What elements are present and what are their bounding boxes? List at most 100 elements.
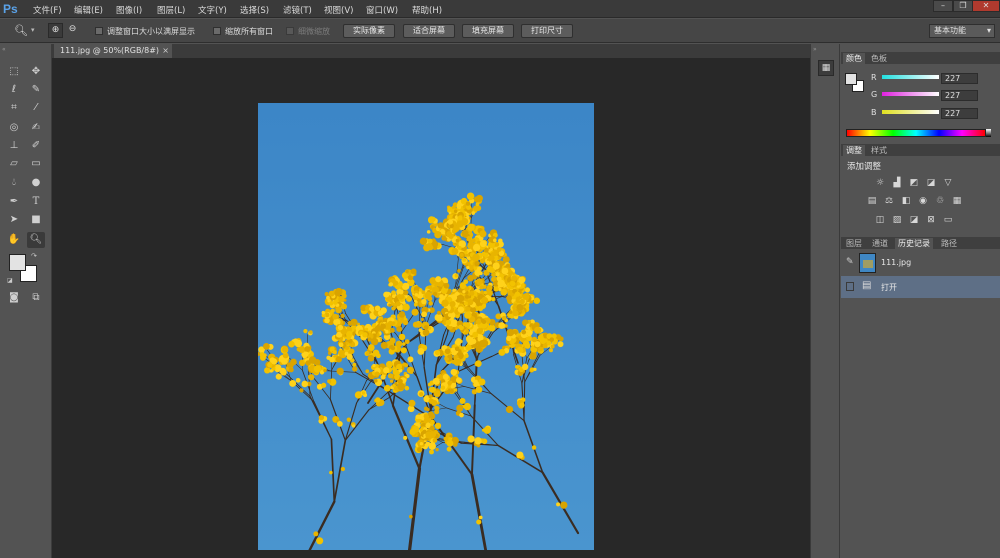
green-label: G — [871, 90, 878, 99]
blue-slider[interactable] — [882, 110, 939, 114]
actual-pixels-button[interactable]: 实际像素 — [343, 24, 395, 38]
expand-panels-icon[interactable]: » — [813, 46, 817, 53]
tab-color[interactable]: 颜色 — [843, 53, 865, 64]
shape-tool-icon[interactable]: ■ — [27, 212, 45, 228]
brush-tool-icon[interactable]: ✍ — [27, 120, 45, 136]
marquee-tool-icon[interactable]: ⬚ — [5, 64, 23, 80]
fit-screen-button[interactable]: 适合屏幕 — [403, 24, 455, 38]
move-tool-icon[interactable]: ✥ — [27, 64, 45, 80]
document-tab-title: 111.jpg @ 50%(RGB/8#) — [60, 46, 160, 55]
color-spectrum-bar[interactable] — [846, 129, 986, 137]
options-bar: 🔍︎ ▾ ⊕ ⊖ 调整窗口大小以满屏显示 缩放所有窗口 细微缩放 实际像素 适合… — [0, 19, 1000, 43]
zoom-tool-icon[interactable]: 🔍︎ — [27, 232, 45, 248]
panel-icon[interactable]: ▦ — [818, 60, 834, 76]
close-icon[interactable]: ✕ — [972, 0, 1000, 12]
eraser-tool-icon[interactable]: ▱ — [5, 156, 23, 172]
channel-mixer-icon[interactable]: ♲ — [934, 196, 946, 207]
tab-close-icon[interactable]: × — [162, 44, 169, 57]
dodge-tool-icon[interactable]: ● — [27, 175, 45, 191]
color-lookup-icon[interactable]: ▦ — [951, 196, 963, 207]
zoom-all-checkbox[interactable] — [213, 27, 221, 35]
posterize-icon[interactable]: ▨ — [891, 215, 903, 226]
default-colors-icon[interactable]: ◪ — [7, 277, 13, 284]
red-label: R — [871, 73, 877, 82]
color-balance-icon[interactable]: ⚖ — [883, 196, 895, 207]
minimize-icon[interactable]: – — [933, 0, 953, 12]
blur-tool-icon[interactable]: 💧︎ — [5, 175, 23, 191]
menu-help[interactable]: 帮助(H) — [412, 4, 442, 16]
menu-type[interactable]: 文字(Y) — [198, 4, 227, 16]
red-value[interactable]: 227 — [941, 73, 978, 84]
green-slider[interactable] — [882, 92, 939, 96]
scrubby-zoom-checkbox[interactable] — [286, 27, 294, 35]
eyedropper-tool-icon[interactable]: ⁄ — [27, 100, 45, 116]
menu-window[interactable]: 窗口(W) — [366, 4, 398, 16]
selective-color-icon[interactable]: ⊠ — [925, 215, 937, 226]
curves-icon[interactable]: ◩ — [908, 178, 920, 189]
path-select-tool-icon[interactable]: ➤ — [5, 212, 23, 228]
history-state-checkbox[interactable] — [846, 282, 854, 291]
gradient-map-icon[interactable]: ▭ — [942, 215, 954, 226]
hue-saturation-icon[interactable]: ▤ — [866, 196, 878, 207]
color-panel-foreground-swatch[interactable] — [845, 73, 857, 85]
crop-tool-icon[interactable]: ⌗ — [5, 100, 23, 116]
print-size-button[interactable]: 打印尺寸 — [521, 24, 573, 38]
clone-stamp-tool-icon[interactable]: ⊥ — [5, 138, 23, 154]
history-snapshot-row[interactable]: ✎ 111.jpg — [841, 252, 1000, 274]
menu-image[interactable]: 图像(I) — [116, 4, 142, 16]
canvas-area[interactable] — [52, 58, 810, 558]
zoom-out-icon[interactable]: ⊖ — [65, 23, 80, 38]
fill-screen-button[interactable]: 填充屏幕 — [462, 24, 514, 38]
bw-ramp[interactable] — [986, 129, 991, 137]
maximize-icon[interactable]: ❐ — [953, 0, 973, 12]
brightness-icon[interactable]: ☼ — [874, 178, 886, 189]
gradient-tool-icon[interactable]: ▭ — [27, 156, 45, 172]
healing-brush-tool-icon[interactable]: ◎ — [5, 120, 23, 136]
levels-icon[interactable]: ▟ — [891, 178, 903, 189]
tab-paths[interactable]: 路径 — [938, 238, 960, 249]
tool-preset-dropdown-icon[interactable]: ▾ — [31, 26, 35, 34]
black-white-icon[interactable]: ◧ — [900, 196, 912, 207]
threshold-icon[interactable]: ◪ — [908, 215, 920, 226]
red-slider[interactable] — [882, 75, 939, 79]
exposure-icon[interactable]: ◪ — [925, 178, 937, 189]
hand-tool-icon[interactable]: ✋ — [5, 232, 23, 248]
photo-filter-icon[interactable]: ◉ — [917, 196, 929, 207]
menu-filter[interactable]: 滤镜(T) — [283, 4, 312, 16]
type-tool-icon[interactable]: T — [27, 194, 45, 210]
quick-mask-icon[interactable]: ◙ — [5, 290, 23, 306]
workspace-select[interactable]: 基本功能 ▾ — [929, 24, 995, 38]
quick-select-tool-icon[interactable]: ✎ — [27, 82, 45, 98]
tab-channels[interactable]: 通道 — [869, 238, 891, 249]
blue-value[interactable]: 227 — [941, 108, 978, 119]
menu-view[interactable]: 视图(V) — [324, 4, 353, 16]
invert-icon[interactable]: ◫ — [874, 215, 886, 226]
history-state-row[interactable]: ▤ 打开 — [841, 276, 1000, 298]
vibrance-icon[interactable]: ▽ — [942, 178, 954, 189]
document-tab[interactable]: 111.jpg @ 50%(RGB/8#) × — [54, 44, 172, 58]
tab-swatches[interactable]: 色板 — [868, 53, 890, 64]
history-brush-tool-icon[interactable]: ✐ — [27, 138, 45, 154]
history-brush-source-icon[interactable]: ✎ — [846, 257, 854, 267]
menu-layer[interactable]: 图层(L) — [157, 4, 185, 16]
green-value[interactable]: 227 — [941, 90, 978, 101]
tab-styles[interactable]: 样式 — [868, 145, 890, 156]
collapse-icon[interactable]: « — [2, 46, 6, 53]
lasso-tool-icon[interactable]: ℓ — [5, 82, 23, 98]
zoom-in-icon[interactable]: ⊕ — [48, 23, 63, 38]
resize-windows-checkbox[interactable] — [95, 27, 103, 35]
menu-select[interactable]: 选择(S) — [240, 4, 269, 16]
tab-adjustments[interactable]: 调整 — [843, 145, 865, 156]
swap-colors-icon[interactable]: ↷ — [31, 252, 37, 260]
blue-label: B — [871, 108, 877, 117]
tools-panel: « ⬚ ✥ ℓ ✎ ⌗ ⁄ ◎ ✍ ⊥ ✐ ▱ ▭ 💧︎ ● ✒ T ➤ ■ ✋… — [0, 44, 52, 558]
tab-history[interactable]: 历史记录 — [895, 238, 933, 249]
pen-tool-icon[interactable]: ✒ — [5, 194, 23, 210]
menu-file[interactable]: 文件(F) — [33, 4, 62, 16]
color-panel-tabs: 颜色 色板 — [841, 52, 1000, 64]
menu-edit[interactable]: 编辑(E) — [74, 4, 103, 16]
screen-mode-icon[interactable]: ⧉ — [27, 290, 45, 306]
foreground-color-swatch[interactable] — [9, 254, 26, 271]
tab-layers[interactable]: 图层 — [843, 238, 865, 249]
zoom-tool-icon[interactable]: 🔍︎ — [14, 24, 28, 37]
